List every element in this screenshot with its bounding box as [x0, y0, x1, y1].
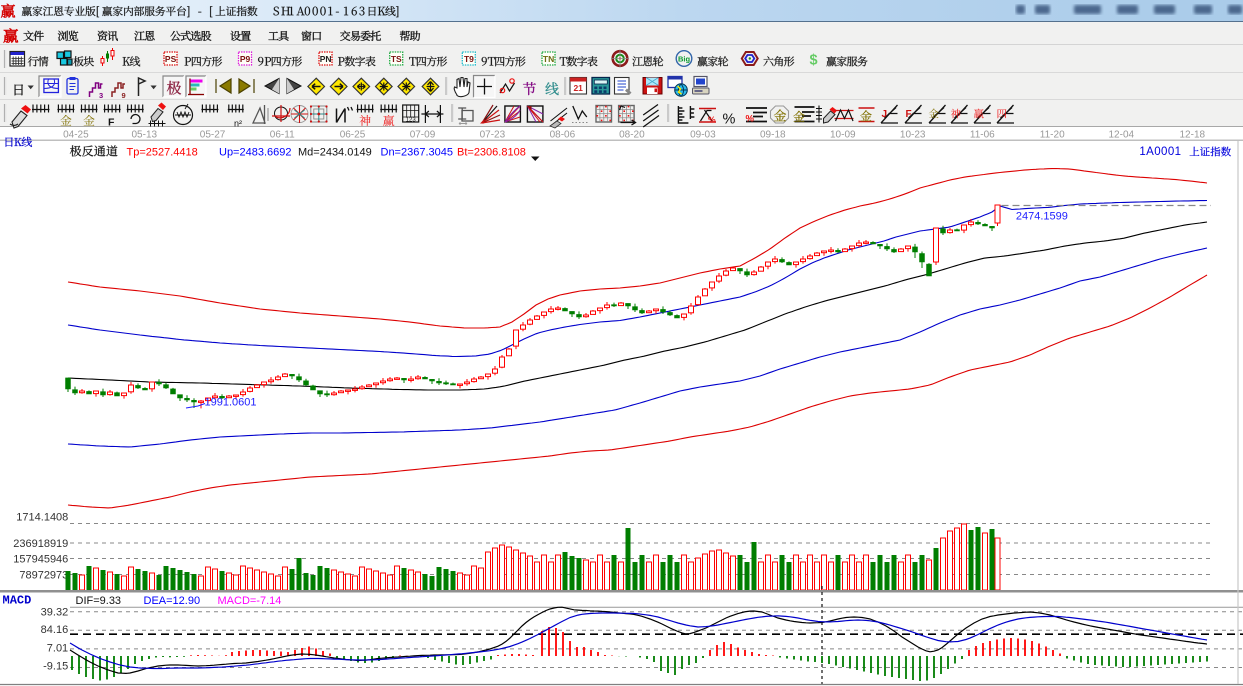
svg-text:9: 9	[122, 91, 126, 100]
svg-text:1A0001: 1A0001	[1139, 146, 1181, 158]
svg-text:07-23: 07-23	[480, 130, 506, 141]
svg-text:7.01: 7.01	[47, 643, 68, 655]
svg-text:DIF=9.33: DIF=9.33	[76, 595, 122, 607]
svg-text:1714.1408: 1714.1408	[16, 512, 68, 524]
svg-text:1991.0601: 1991.0601	[205, 397, 257, 409]
svg-text:08-06: 08-06	[550, 130, 576, 141]
svg-text:08-20: 08-20	[619, 130, 645, 141]
svg-text:P9: P9	[240, 54, 251, 64]
svg-text:Md=2434.0149: Md=2434.0149	[298, 147, 372, 159]
svg-text:10-09: 10-09	[830, 130, 856, 141]
svg-text:T9: T9	[464, 54, 474, 64]
svg-text:Tp=2527.4418: Tp=2527.4418	[127, 147, 198, 159]
svg-text:%: %	[746, 114, 755, 125]
svg-text:n²: n²	[234, 119, 242, 129]
svg-text:J: J	[882, 109, 888, 120]
svg-text:PN: PN	[320, 54, 332, 64]
svg-text:TN: TN	[543, 54, 554, 64]
svg-text:09-03: 09-03	[690, 130, 716, 141]
svg-text:07-09: 07-09	[410, 130, 436, 141]
svg-text:06-11: 06-11	[270, 130, 295, 141]
svg-text:05-27: 05-27	[200, 130, 226, 141]
svg-text:123: 123	[406, 118, 417, 124]
svg-text:78972973: 78972973	[19, 569, 68, 581]
svg-text:39.32: 39.32	[41, 607, 69, 619]
svg-text:%: %	[723, 112, 736, 128]
svg-text:Dn=2367.3045: Dn=2367.3045	[381, 147, 453, 159]
svg-text:DEA=12.90: DEA=12.90	[144, 595, 201, 607]
svg-text:F: F	[906, 109, 912, 120]
svg-text:F: F	[108, 117, 115, 129]
svg-text:3: 3	[99, 91, 103, 100]
svg-text:12-04: 12-04	[1109, 130, 1135, 141]
svg-text:MACD=-7.14: MACD=-7.14	[218, 595, 282, 607]
svg-text:PS: PS	[165, 54, 177, 64]
svg-text:84.16: 84.16	[41, 624, 69, 636]
svg-text:21: 21	[573, 83, 583, 93]
svg-text:Big: Big	[678, 55, 691, 64]
svg-text:11-06: 11-06	[970, 130, 995, 141]
svg-text:236918919: 236918919	[13, 538, 68, 550]
svg-text:$: $	[810, 53, 818, 69]
svg-text:-9.15: -9.15	[43, 661, 68, 673]
svg-text:12-18: 12-18	[1180, 130, 1206, 141]
svg-text:%: %	[708, 115, 716, 125]
svg-text:06-25: 06-25	[340, 130, 366, 141]
svg-text:2474.1599: 2474.1599	[1016, 211, 1068, 223]
svg-text:04-25: 04-25	[63, 130, 89, 141]
svg-text:Bt=2306.8108: Bt=2306.8108	[457, 147, 526, 159]
svg-text:Up=2483.6692: Up=2483.6692	[219, 147, 291, 159]
svg-text:10-23: 10-23	[900, 130, 926, 141]
svg-text:MACD: MACD	[3, 594, 32, 608]
svg-text:TS: TS	[391, 54, 402, 64]
svg-text:157945946: 157945946	[13, 554, 68, 566]
svg-text:11-20: 11-20	[1040, 130, 1065, 141]
svg-text:09-18: 09-18	[760, 130, 786, 141]
svg-text:05-13: 05-13	[132, 130, 158, 141]
